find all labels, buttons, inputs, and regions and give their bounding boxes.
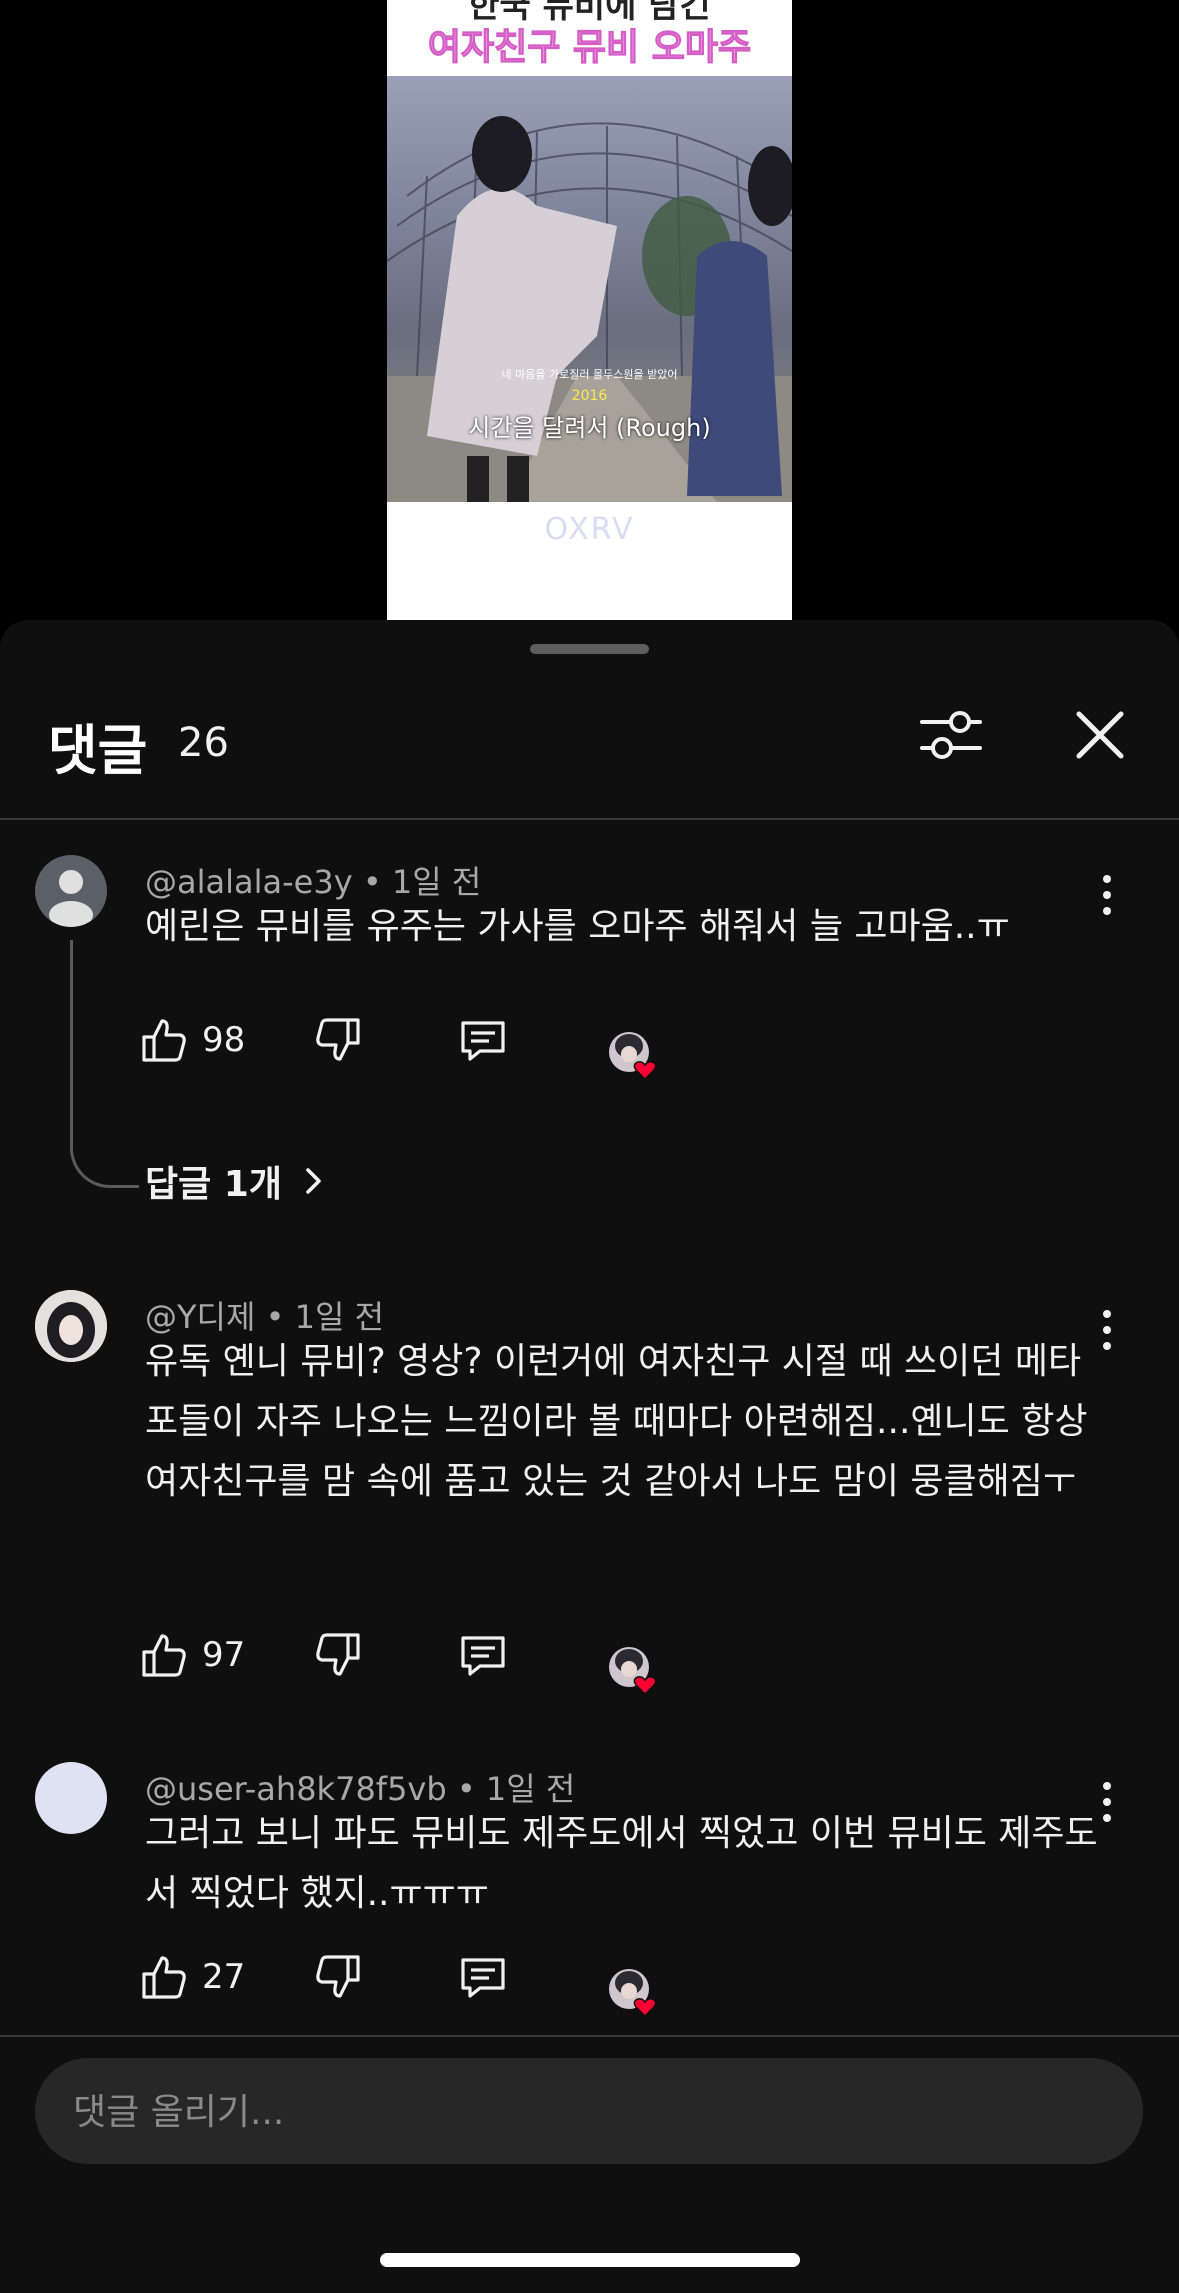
comments-header: 댓글 26 bbox=[0, 690, 1179, 790]
comment-time: • 1일 전 bbox=[456, 1770, 576, 1808]
thumbs-down-icon bbox=[316, 1018, 360, 1061]
video-subtitle-small: 네 마음을 가로질러 몰두스원을 받았어 bbox=[501, 368, 678, 381]
avatar[interactable] bbox=[35, 855, 107, 927]
video-subtitle-main: 시간을 달려서 (Rough) bbox=[468, 414, 711, 442]
like-count: 98 bbox=[202, 1020, 246, 1060]
close-icon[interactable] bbox=[1065, 700, 1135, 770]
reply-button[interactable] bbox=[458, 1010, 508, 1070]
reply-button[interactable] bbox=[458, 1947, 508, 2007]
thumbs-up-icon bbox=[142, 1956, 186, 1999]
header-divider bbox=[0, 818, 1179, 820]
like-button[interactable]: 27 bbox=[140, 1947, 245, 2007]
like-count: 27 bbox=[202, 1957, 246, 1997]
comments-sheet: 댓글 26 @alalala-e3y • 1일 전 예린은 뮤비를 유주는 가사… bbox=[0, 620, 1179, 2293]
video-player[interactable]: 한국 뮤비에 담긴 여자친구 뮤비 오마주 네 마음을 가로질러 몰두스원을 받… bbox=[387, 0, 792, 620]
reply-comment-icon bbox=[461, 1958, 505, 1998]
dislike-button[interactable] bbox=[312, 1625, 362, 1685]
comment-input[interactable] bbox=[71, 2058, 1105, 2166]
video-year-label: 2016 bbox=[571, 388, 608, 404]
comment-text: 그러고 보니 파도 뮤비도 제주도에서 찍었고 이번 뮤비도 제주도서 찍었다 … bbox=[145, 1813, 1098, 1914]
creator-heart-icon bbox=[609, 1032, 657, 1081]
comment-text: 예린은 뮤비를 유주는 가사를 오마주 해줘서 늘 고마움..ㅠ bbox=[145, 906, 1010, 947]
comment-author[interactable]: @Y디제 bbox=[145, 1298, 255, 1336]
thumbs-up-icon bbox=[142, 1634, 186, 1677]
reply-comment-icon bbox=[461, 1021, 505, 1061]
comment-author[interactable]: @alalala-e3y bbox=[145, 863, 353, 901]
comment-author[interactable]: @user-ah8k78f5vb bbox=[145, 1770, 447, 1808]
video-caption-title: 여자친구 뮤비 오마주 bbox=[427, 26, 752, 68]
user-photo-icon bbox=[35, 1290, 107, 1362]
comment-time: • 1일 전 bbox=[265, 1298, 385, 1336]
like-button[interactable]: 97 bbox=[140, 1625, 245, 1685]
video-frame: 네 마음을 가로질러 몰두스원을 받았어 2016 시간을 달려서 (Rough… bbox=[387, 76, 792, 502]
view-replies-button[interactable]: 답글 1개 bbox=[145, 1155, 330, 1207]
creator-heart-icon bbox=[609, 1969, 657, 2018]
like-count: 97 bbox=[202, 1635, 246, 1675]
dislike-button[interactable] bbox=[312, 1947, 362, 2007]
dislike-button[interactable] bbox=[312, 1010, 362, 1070]
avatar[interactable] bbox=[35, 1762, 107, 1834]
avatar[interactable] bbox=[35, 1290, 107, 1362]
comments-count: 26 bbox=[178, 720, 229, 766]
drag-handle[interactable] bbox=[530, 644, 649, 654]
reply-thread-line bbox=[70, 940, 139, 1188]
filter-sliders-icon[interactable] bbox=[916, 700, 986, 770]
creator-heart-icon bbox=[609, 1647, 657, 1696]
comment-input-bar[interactable] bbox=[35, 2058, 1143, 2166]
reply-button[interactable] bbox=[458, 1625, 508, 1685]
default-avatar-icon bbox=[49, 870, 93, 927]
comments-title: 댓글 bbox=[48, 719, 148, 782]
comment-time: • 1일 전 bbox=[362, 863, 482, 901]
thumbs-down-icon bbox=[316, 1633, 360, 1676]
input-divider bbox=[0, 2035, 1179, 2037]
like-button[interactable]: 98 bbox=[140, 1010, 245, 1070]
video-logo: OXRV bbox=[544, 512, 635, 547]
home-indicator[interactable] bbox=[380, 2253, 800, 2267]
thumbs-up-icon bbox=[142, 1019, 186, 1062]
thumbs-down-icon bbox=[316, 1955, 360, 1998]
chevron-right-icon bbox=[306, 1168, 321, 1194]
replies-label: 답글 1개 bbox=[145, 1164, 282, 1205]
comment-text: 유독 옌니 뮤비? 영상? 이런거에 여자친구 시절 때 쓰이던 메타포들이 자… bbox=[145, 1341, 1088, 1502]
reply-comment-icon bbox=[461, 1636, 505, 1676]
